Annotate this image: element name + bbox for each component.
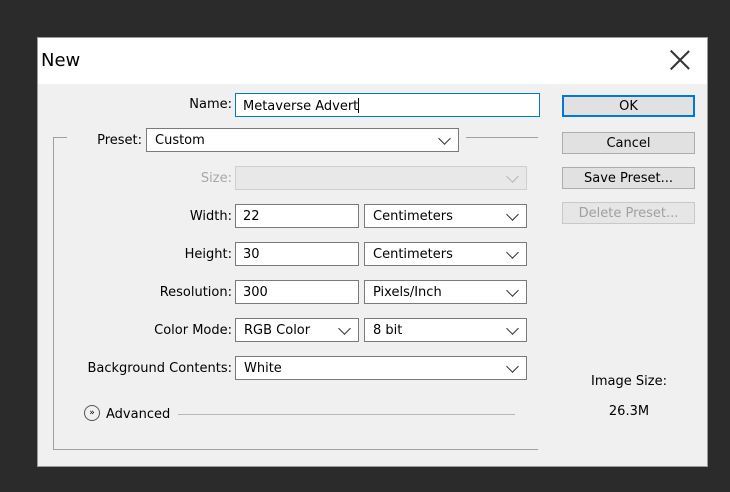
advanced-label[interactable]: Advanced (106, 407, 170, 422)
name-input[interactable]: Metaverse Advert (235, 93, 540, 117)
resolution-unit-select[interactable]: Pixels/Inch (364, 280, 527, 304)
new-document-dialog: New Name: Metaverse Advert Preset: Custo… (37, 37, 708, 467)
width-input[interactable]: 22 (235, 204, 359, 228)
delete-preset-button: Delete Preset... (562, 202, 695, 224)
preset-group-border-bottom (53, 449, 538, 450)
cancel-button[interactable]: Cancel (562, 132, 695, 154)
height-input[interactable]: 30 (235, 242, 359, 266)
height-label: Height: (184, 247, 232, 262)
preset-select[interactable]: Custom (146, 128, 459, 152)
name-label: Name: (189, 97, 232, 112)
bit-depth-value: 8 bit (373, 323, 403, 338)
color-mode-value: RGB Color (244, 323, 311, 338)
text-caret (358, 98, 360, 113)
resolution-unit-value: Pixels/Inch (373, 285, 442, 300)
size-select (235, 166, 527, 190)
chevron-down-icon (506, 360, 519, 373)
chevron-down-icon (506, 208, 519, 221)
color-mode-select[interactable]: RGB Color (235, 318, 359, 342)
background-select[interactable]: White (235, 356, 527, 380)
bit-depth-select[interactable]: 8 bit (364, 318, 527, 342)
image-size-value: 26.3M (608, 404, 650, 419)
chevron-down-icon (338, 322, 351, 335)
size-label: Size: (200, 171, 232, 186)
close-icon[interactable] (667, 47, 693, 73)
dialog-title: New (41, 50, 81, 71)
preset-group-border-right-top (466, 137, 538, 138)
height-unit-value: Centimeters (373, 247, 453, 262)
background-value: White (244, 361, 282, 376)
expand-circle-icon[interactable]: » (84, 405, 100, 421)
chevron-down-icon (506, 284, 519, 297)
resolution-input[interactable]: 300 (235, 280, 359, 304)
preset-value: Custom (155, 133, 205, 148)
chevron-down-icon (438, 132, 451, 145)
width-unit-value: Centimeters (373, 209, 453, 224)
advanced-divider (178, 414, 515, 415)
resolution-label: Resolution: (159, 285, 232, 300)
name-value: Metaverse Advert (243, 99, 359, 114)
width-unit-select[interactable]: Centimeters (364, 204, 527, 228)
save-preset-button[interactable]: Save Preset... (562, 167, 695, 189)
ok-button[interactable]: OK (562, 95, 695, 117)
height-unit-select[interactable]: Centimeters (364, 242, 527, 266)
chevron-down-icon (506, 322, 519, 335)
image-size-label: Image Size: (591, 374, 667, 389)
preset-label: Preset: (97, 133, 142, 148)
background-label: Background Contents: (87, 361, 232, 376)
color-mode-label: Color Mode: (154, 323, 232, 338)
chevron-down-icon (506, 170, 519, 183)
title-bar: New (38, 38, 707, 84)
chevron-down-icon (506, 246, 519, 259)
width-label: Width: (189, 209, 232, 224)
